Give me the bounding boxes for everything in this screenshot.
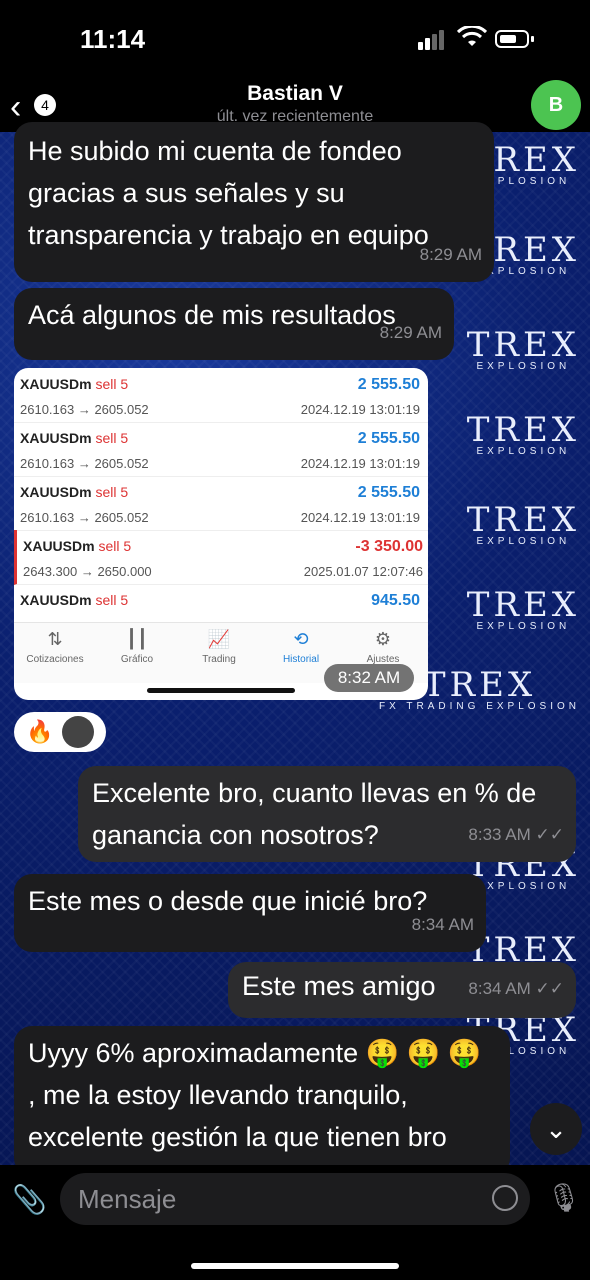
chart-icon: 📈 xyxy=(207,629,231,649)
read-checks-icon: ✓✓ xyxy=(535,979,565,998)
wallpaper-logo: TREXEXPLOSION xyxy=(466,585,580,632)
tab-trading: 📈 Trading xyxy=(178,629,260,665)
trade-profit: -3 350.00 xyxy=(355,538,423,555)
status-bar: 11:14 xyxy=(0,0,590,80)
trade-date: 2025.01.07 12:07:46 xyxy=(303,564,423,579)
message-field[interactable] xyxy=(60,1173,530,1225)
image-time: 8:32 AM xyxy=(324,664,414,692)
trade-profit: 945.50 xyxy=(371,592,420,609)
trade-type: sell 5 xyxy=(95,484,129,500)
trade-type: sell 5 xyxy=(98,538,132,554)
arrows-icon: ⇅ xyxy=(47,629,63,649)
chat-title[interactable]: Bastian V xyxy=(0,82,590,106)
message-time: 8:29 AM xyxy=(379,323,442,342)
message-time: 8:33 AM xyxy=(468,825,531,844)
message-text: Acá algunos de mis resultados xyxy=(28,300,396,330)
trade-row: XAUUSDm sell 5 2643.300 → 2650.000 -3 35… xyxy=(14,530,428,585)
home-indicator xyxy=(147,688,295,693)
wallpaper-logo: TREXEXPLOSION xyxy=(466,410,580,457)
trade-prices: 2610.163 → 2605.052 xyxy=(20,456,149,471)
tab-historial: ⟲ Historial xyxy=(260,629,342,665)
tab-grafico: ┃┃ Gráfico xyxy=(96,629,178,665)
reaction-avatar xyxy=(62,716,94,748)
trade-row: XAUUSDm sell 5 2610.163 → 2605.052 2 555… xyxy=(14,368,428,423)
message-outgoing[interactable]: Excelente bro, cuanto llevas en % de gan… xyxy=(78,766,576,862)
message-time: 8:34 AM xyxy=(411,915,474,934)
message-time: 8:29 AM xyxy=(419,245,482,264)
battery-icon xyxy=(495,30,529,48)
trade-prices: 2610.163 → 2605.052 xyxy=(20,510,149,525)
trade-row: XAUUSDm sell 5 2610.163 → 2605.052 2 555… xyxy=(14,476,428,531)
wifi-icon xyxy=(456,24,488,53)
battery-tip xyxy=(531,36,534,42)
message-incoming[interactable]: Este mes o desde que inicié bro? 8:34 AM xyxy=(14,874,486,952)
trade-type: sell 5 xyxy=(95,376,129,392)
message-incoming[interactable]: He subido mi cuenta de fondeo gracias a … xyxy=(14,122,494,282)
trade-date: 2024.12.19 13:01:19 xyxy=(300,510,420,525)
avatar[interactable]: B xyxy=(531,80,581,130)
trade-prices: 2643.300 → 2650.000 xyxy=(23,564,152,579)
trade-prices: 2610.163 → 2605.052 xyxy=(20,402,149,417)
trade-row: XAUUSDm sell 5 2610.163 → 2605.052 2 555… xyxy=(14,422,428,477)
wallpaper-logo: TREXEXPLOSION xyxy=(466,325,580,372)
candles-icon: ┃┃ xyxy=(126,629,148,649)
trade-date: 2024.12.19 13:01:19 xyxy=(300,456,420,471)
microphone-icon[interactable]: 🎙 xyxy=(546,1181,582,1214)
message-time: 8:34 AM xyxy=(468,979,531,998)
message-text: Este mes o desde que inicié bro? xyxy=(28,886,428,916)
paperclip-icon[interactable]: 📎 xyxy=(12,1183,47,1216)
trade-row: XAUUSDm sell 5 945.50 xyxy=(14,584,428,623)
message-text: Uyyy 6% aproximadamente 🤑 🤑 🤑 , me la es… xyxy=(28,1038,482,1152)
clock: 11:14 xyxy=(80,24,146,54)
message-input-bar: 📎 🎙 xyxy=(0,1165,590,1280)
trade-symbol: XAUUSDm xyxy=(20,592,92,608)
scroll-down-button[interactable]: ⌄ xyxy=(530,1103,582,1155)
home-indicator xyxy=(191,1263,399,1269)
trade-symbol: XAUUSDm xyxy=(20,376,92,392)
trade-profit: 2 555.50 xyxy=(357,484,420,501)
sticker-icon[interactable] xyxy=(492,1185,518,1211)
tab-cotizaciones: ⇅ Cotizaciones xyxy=(14,629,96,665)
message-incoming[interactable]: Uyyy 6% aproximadamente 🤑 🤑 🤑 , me la es… xyxy=(14,1026,510,1176)
signal-icon xyxy=(418,30,446,50)
trade-date: 2024.12.19 13:01:19 xyxy=(300,402,420,417)
message-input[interactable] xyxy=(76,1183,480,1216)
message-outgoing[interactable]: Este mes amigo 8:34 AM ✓✓ xyxy=(228,962,576,1018)
wallpaper-logo: TREXEXPLOSION xyxy=(466,500,580,547)
gear-icon: ⚙ xyxy=(374,629,392,649)
trade-symbol: XAUUSDm xyxy=(20,430,92,446)
read-checks-icon: ✓✓ xyxy=(535,825,565,844)
trade-symbol: XAUUSDm xyxy=(23,538,95,554)
reactions-bar[interactable]: 🔥 xyxy=(14,712,106,752)
trade-symbol: XAUUSDm xyxy=(20,484,92,500)
trade-type: sell 5 xyxy=(95,592,129,608)
message-text: He subido mi cuenta de fondeo gracias a … xyxy=(28,136,429,250)
history-icon: ⟲ xyxy=(293,629,309,649)
message-incoming[interactable]: Acá algunos de mis resultados 8:29 AM xyxy=(14,288,454,360)
screenshot-image-message[interactable]: XAUUSDm sell 5 2610.163 → 2605.052 2 555… xyxy=(14,368,428,700)
fire-icon[interactable]: 🔥 xyxy=(26,719,53,745)
chevron-down-icon: ⌄ xyxy=(545,1114,567,1144)
tab-ajustes: ⚙ Ajustes xyxy=(342,629,424,665)
trade-profit: 2 555.50 xyxy=(357,376,420,393)
trade-profit: 2 555.50 xyxy=(357,430,420,447)
trade-type: sell 5 xyxy=(95,430,129,446)
